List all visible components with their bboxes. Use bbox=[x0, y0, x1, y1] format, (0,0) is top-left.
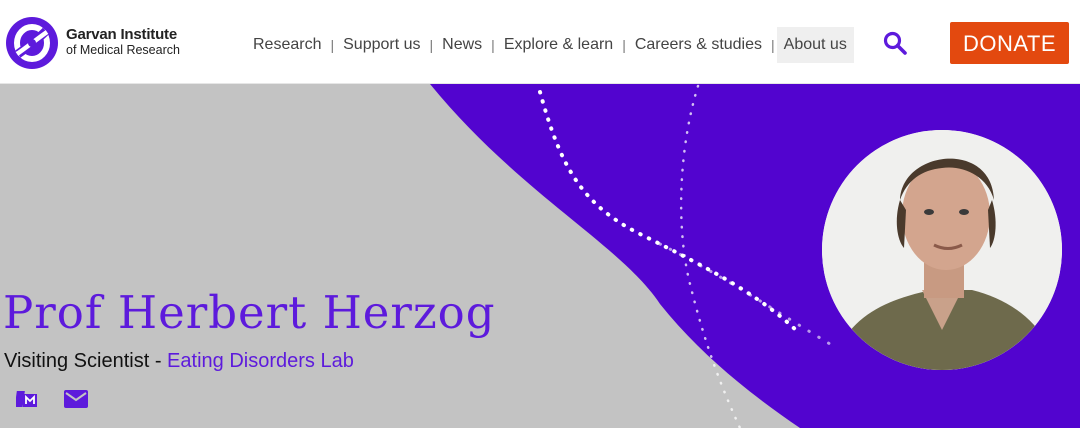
logo-subtitle: of Medical Research bbox=[66, 43, 180, 57]
portrait-illustration bbox=[822, 130, 1062, 370]
profile-role: Visiting Scientist - Eating Disorders La… bbox=[4, 350, 354, 373]
nav-separator: | bbox=[771, 37, 775, 53]
nav-separator: | bbox=[622, 37, 626, 53]
nav-separator: | bbox=[429, 37, 434, 53]
nav-support-us[interactable]: Support us bbox=[336, 27, 427, 63]
nav-explore-learn[interactable]: Explore & learn bbox=[497, 27, 620, 63]
orcid-icon[interactable] bbox=[14, 390, 38, 413]
social-links bbox=[14, 390, 88, 413]
profile-hero: Prof Herbert Herzog Visiting Scientist -… bbox=[0, 84, 1080, 428]
profile-photo bbox=[822, 130, 1062, 370]
donate-button[interactable]: DONATE bbox=[950, 22, 1069, 64]
profile-name: Prof Herbert Herzog bbox=[3, 286, 496, 339]
site-header: Garvan Institute of Medical Research Res… bbox=[0, 0, 1080, 84]
nav-separator: | bbox=[491, 37, 495, 53]
nav-research[interactable]: Research bbox=[246, 27, 328, 63]
nav-about-us[interactable]: About us bbox=[776, 27, 854, 63]
profile-title: Visiting Scientist bbox=[4, 350, 150, 372]
nav-careers-studies[interactable]: Careers & studies bbox=[628, 27, 769, 63]
lab-link[interactable]: Eating Disorders Lab bbox=[167, 350, 354, 372]
garvan-logo-icon[interactable] bbox=[6, 17, 58, 69]
email-icon[interactable] bbox=[64, 390, 88, 413]
nav-news[interactable]: News bbox=[435, 27, 489, 63]
logo-text[interactable]: Garvan Institute of Medical Research bbox=[66, 27, 180, 57]
search-icon[interactable] bbox=[882, 30, 908, 56]
role-separator: - bbox=[149, 350, 168, 372]
logo-name: Garvan Institute bbox=[66, 26, 177, 43]
nav-separator: | bbox=[330, 37, 335, 53]
main-nav: Research | Support us | News | Explore &… bbox=[246, 27, 854, 63]
